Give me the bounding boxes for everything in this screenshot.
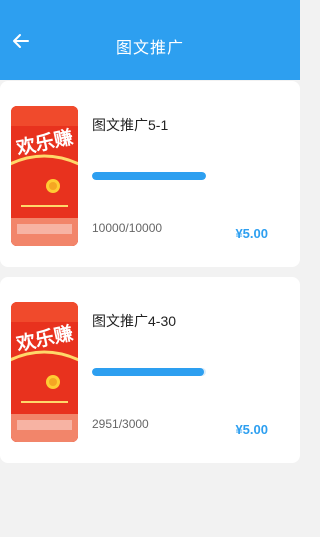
progress-fill — [92, 172, 206, 180]
task-thumbnail: 欢乐赚 — [11, 302, 78, 442]
progress-bar — [92, 172, 206, 180]
task-card-1[interactable]: 欢乐赚 图文推广5-1 10000/10000 ¥5.00 — [0, 81, 300, 267]
arrow-left-icon — [13, 34, 29, 48]
task-title: 图文推广5-1 — [92, 117, 169, 133]
progress-fill — [92, 368, 204, 376]
progress-bar — [92, 368, 206, 376]
app-header: 图文推广 — [0, 0, 300, 80]
task-price: ¥5.00 — [235, 226, 268, 241]
page-title: 图文推广 — [115, 40, 184, 57]
task-thumbnail: 欢乐赚 — [11, 106, 78, 246]
task-title: 图文推广4-30 — [92, 313, 177, 329]
back-button[interactable] — [8, 28, 34, 54]
task-price: ¥5.00 — [235, 422, 268, 437]
task-count: 2951/3000 — [92, 417, 149, 431]
task-card-2[interactable]: 欢乐赚 图文推广4-30 2951/3000 ¥5.00 — [0, 277, 300, 463]
task-count: 10000/10000 — [92, 221, 163, 235]
